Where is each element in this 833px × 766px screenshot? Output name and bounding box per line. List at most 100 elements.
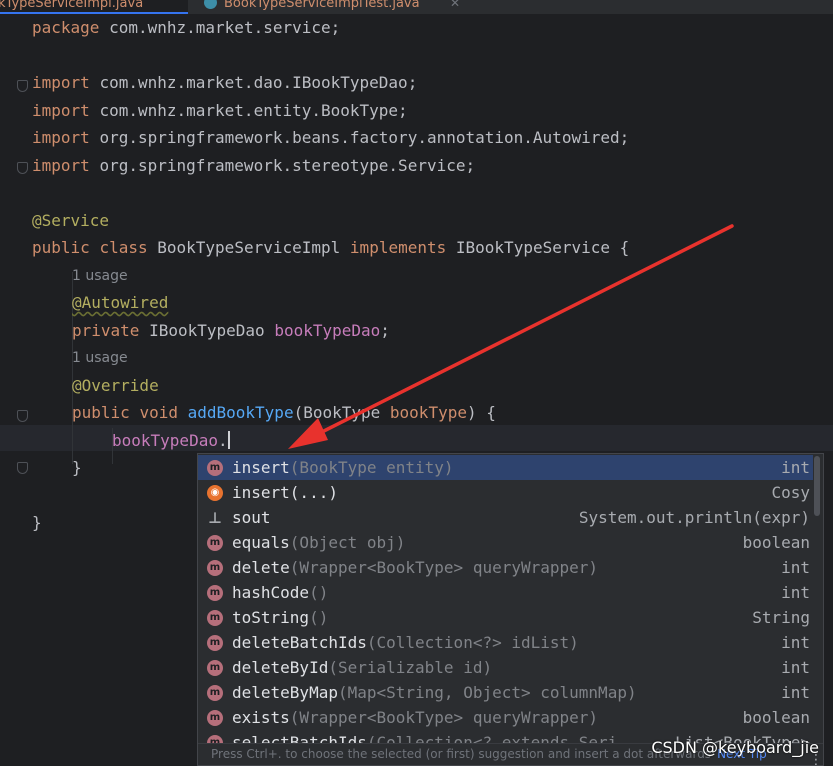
code-line-package: package com.wnhz.market.service; — [32, 18, 340, 38]
dot: . — [217, 431, 228, 450]
completion-name: sout — [232, 505, 271, 530]
import-path: org.springframework.beans.factory.annota… — [99, 128, 630, 147]
completion-item[interactable]: m exists(Wrapper<BookType> queryWrapper) b… — [198, 705, 813, 730]
brace: } — [32, 513, 42, 532]
code-line-import: import com.wnhz.market.entity.BookType; — [32, 101, 408, 121]
live-template-icon: ⊥ — [208, 509, 222, 527]
completion-return-type: Cosy — [771, 483, 810, 502]
code-line-import: import org.springframework.stereotype.Se… — [32, 156, 475, 176]
completion-return-type: System.out.println(expr) — [578, 508, 810, 527]
method-icon: m — [207, 610, 223, 626]
parameter-name: bookType — [389, 403, 467, 422]
fold-icon[interactable] — [17, 462, 28, 474]
completion-item[interactable]: m deleteById(Serializable id) int — [198, 655, 813, 680]
completion-name: delete(Wrapper<BookType> queryWrapper) — [232, 555, 598, 580]
completion-name: exists(Wrapper<BookType> queryWrapper) — [232, 705, 598, 730]
completion-item[interactable]: m deleteByMap(Map<String, Object> columnM… — [198, 680, 813, 705]
completion-name-text: hashCode — [232, 583, 310, 602]
completion-item[interactable]: m deleteBatchIds(Collection<?> idList) int — [198, 630, 813, 655]
completion-name-text: toString — [232, 608, 310, 627]
code-line-method: public void addBookType(BookType bookTyp… — [72, 403, 496, 423]
completion-name-text: equals — [232, 533, 290, 552]
code-line-current[interactable]: bookTypeDao. — [112, 431, 230, 451]
editor-tab-bar: kTypeServiceImpl.java BookTypeServiceImp… — [0, 0, 833, 14]
completion-name-text: exists — [232, 708, 290, 727]
completion-name: deleteBatchIds(Collection<?> idList) — [232, 630, 579, 655]
code-completion-popup[interactable]: m insert(BookType entity) int ◉ insert(...) C… — [197, 453, 824, 766]
completion-item[interactable]: m equals(Object obj) boolean — [198, 530, 813, 555]
annotation: @Override — [72, 376, 159, 395]
tab-label: BookTypeServiceImplTest.java — [224, 0, 420, 11]
completion-item[interactable]: ⊥ sout System.out.println(expr) — [198, 505, 813, 530]
completion-return-type: int — [781, 458, 810, 477]
fold-icon[interactable] — [17, 162, 28, 174]
method-icon: m — [207, 660, 223, 676]
import-path: com.wnhz.market.entity.BookType; — [99, 101, 408, 120]
method-icon: m — [207, 710, 223, 726]
completion-name: deleteById(Serializable id) — [232, 655, 492, 680]
field-reference: bookTypeDao — [112, 431, 218, 450]
completion-name-text: deleteById — [232, 658, 329, 677]
tab-book-type-service-impl[interactable]: kTypeServiceImpl.java — [0, 0, 188, 14]
package-name: com.wnhz.market.service; — [109, 18, 341, 37]
fold-icon[interactable] — [17, 80, 28, 92]
fold-icon[interactable] — [17, 410, 28, 422]
import-path: com.wnhz.market.dao.IBookTypeDao; — [99, 73, 418, 92]
completion-return-type: int — [781, 583, 810, 602]
completion-signature: (Wrapper<BookType> queryWrapper) — [289, 708, 599, 727]
more-options-icon[interactable]: ⋮ — [809, 753, 823, 765]
keyword: public — [72, 403, 130, 422]
completion-signature: (Object obj) — [289, 533, 406, 552]
usage-hint[interactable]: 1 usage — [72, 266, 128, 286]
tab-label: kTypeServiceImpl.java — [0, 0, 144, 11]
brace: } — [72, 458, 82, 477]
method-icon: m — [207, 635, 223, 651]
code-line-annotation: @Service — [32, 211, 109, 231]
method-brace: ) { — [466, 403, 496, 422]
completion-item[interactable]: m insert(BookType entity) int — [198, 455, 813, 480]
method-icon: m — [207, 460, 223, 476]
watermark: CSDN @keyboard_jie — [651, 738, 819, 757]
completion-name-text: insert — [232, 458, 290, 477]
ai-suggestion-icon: ◉ — [207, 485, 223, 501]
completion-name-text: deleteBatchIds — [232, 633, 367, 652]
completion-item[interactable]: ◉ insert(...) Cosy — [198, 480, 813, 505]
completion-signature: (Serializable id) — [328, 658, 493, 677]
code-line-annotation: @Override — [72, 376, 159, 396]
completion-signature: (Map<String, Object> columnMap) — [337, 683, 637, 702]
code-line-class-end: } — [32, 513, 42, 533]
completion-return-type: String — [752, 608, 810, 627]
keyword: private — [72, 321, 140, 340]
keyword: void — [139, 403, 178, 422]
code-line-field: private IBookTypeDao bookTypeDao; — [72, 321, 390, 341]
interface-name: IBookTypeService { — [455, 238, 630, 257]
text-caret — [227, 431, 230, 449]
keyword: implements — [349, 238, 447, 257]
completion-return-type: int — [781, 633, 810, 652]
class-name: BookTypeServiceImpl — [157, 238, 341, 257]
completion-signature: () — [309, 608, 329, 627]
completion-signature: (Collection<?> idList) — [366, 633, 579, 652]
usage-hint[interactable]: 1 usage — [72, 348, 128, 368]
import-path: org.springframework.stereotype.Service; — [99, 156, 476, 175]
code-line-annotation: @Autowired — [72, 293, 168, 313]
field-type: IBookTypeDao — [149, 321, 265, 340]
code-line-class-declaration: public class BookTypeServiceImpl impleme… — [32, 238, 629, 258]
tab-book-type-service-impl-test[interactable]: BookTypeServiceImplTest.java ✕ — [200, 0, 470, 14]
completion-item[interactable]: m delete(Wrapper<BookType> queryWrapper) i… — [198, 555, 813, 580]
method-icon: m — [207, 685, 223, 701]
completion-name-text: deleteByMap — [232, 683, 338, 702]
scrollbar[interactable] — [814, 456, 820, 516]
completion-item[interactable]: m hashCode() int — [198, 580, 813, 605]
semicolon: ; — [380, 321, 390, 340]
close-icon[interactable]: ✕ — [450, 0, 460, 12]
completion-item[interactable]: m toString() String — [198, 605, 813, 630]
completion-return-type: boolean — [742, 708, 810, 727]
completion-signature: (BookType entity) — [289, 458, 454, 477]
keyword: import — [32, 101, 90, 120]
completion-name: hashCode() — [232, 580, 328, 605]
field-name: bookTypeDao — [274, 321, 381, 340]
keyword: class — [99, 238, 148, 257]
annotation: @Autowired — [72, 293, 169, 312]
method-icon: m — [207, 535, 223, 551]
